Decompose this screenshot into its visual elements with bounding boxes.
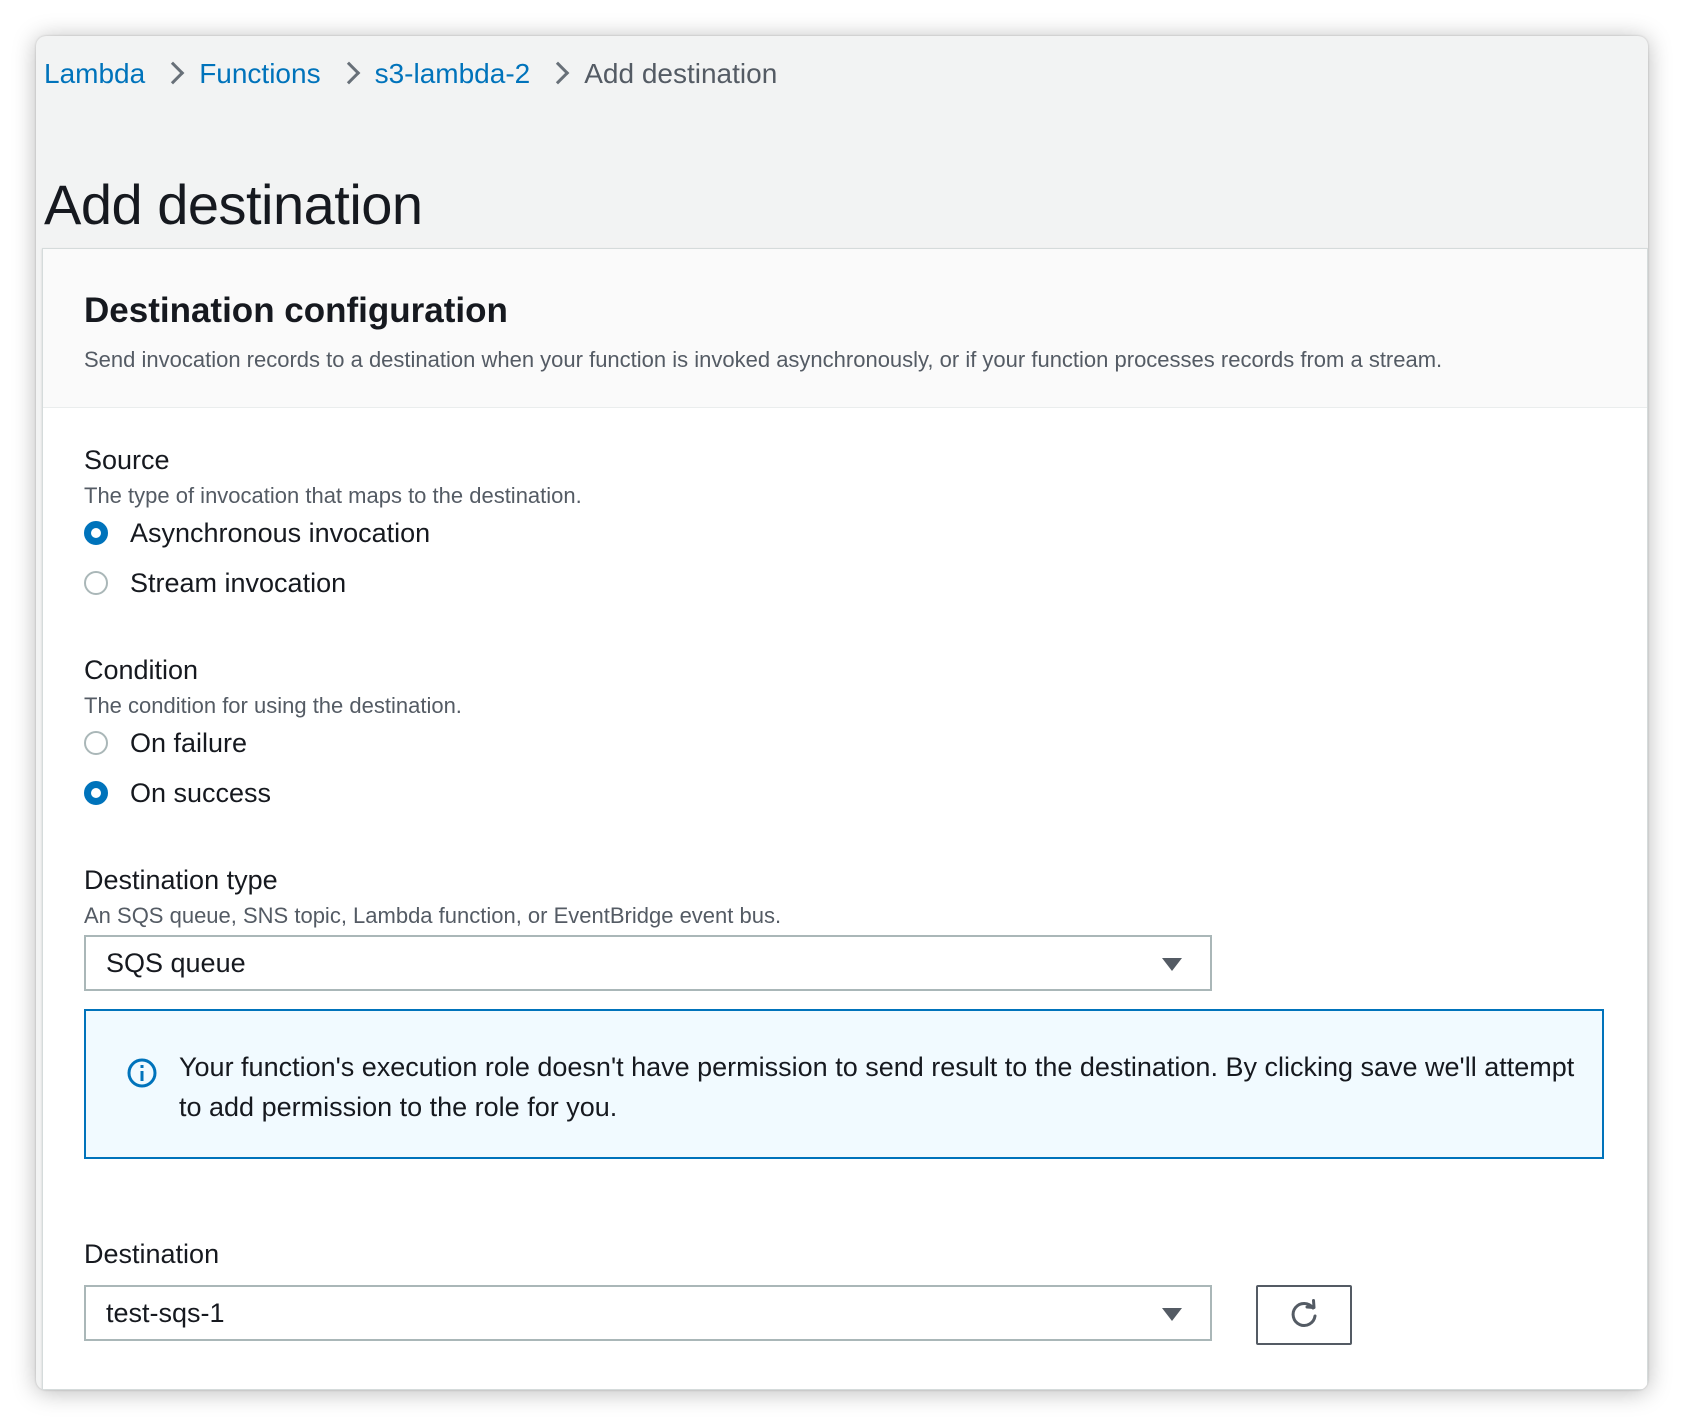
source-option-asynchronous[interactable]: Asynchronous invocation xyxy=(84,515,430,551)
source-description: The type of invocation that maps to the … xyxy=(84,483,582,508)
chevron-right-icon xyxy=(145,54,199,94)
permission-info-alert: Your function's execution role doesn't h… xyxy=(84,1009,1604,1159)
radio-label: Stream invocation xyxy=(130,567,347,598)
source-label: Source xyxy=(84,445,170,475)
destination-type-label: Destination type xyxy=(84,865,278,895)
radio-button-checked[interactable] xyxy=(84,781,108,805)
destination-value: test-sqs-1 xyxy=(106,1297,225,1328)
refresh-button[interactable] xyxy=(1256,1285,1352,1345)
condition-label: Condition xyxy=(84,655,199,685)
info-icon xyxy=(127,1058,157,1088)
radio-label: On success xyxy=(130,777,272,808)
page-title: Add destination xyxy=(44,173,423,236)
destination-configuration-panel: Destination configuration Send invocatio… xyxy=(42,248,1648,1390)
condition-description: The condition for using the destination. xyxy=(84,693,462,718)
destination-type-description: An SQS queue, SNS topic, Lambda function… xyxy=(84,903,782,928)
radio-button[interactable] xyxy=(84,731,108,755)
radio-label: Asynchronous invocation xyxy=(130,517,431,548)
breadcrumb-lambda[interactable]: Lambda xyxy=(44,58,145,90)
panel-header: Destination configuration Send invocatio… xyxy=(43,249,1647,408)
panel-title: Destination configuration xyxy=(84,291,508,330)
destination-select[interactable]: test-sqs-1 xyxy=(84,1285,1212,1341)
breadcrumb: Lambda Functions s3-lambda-2 Add destina… xyxy=(44,54,777,94)
condition-option-on-success[interactable]: On success xyxy=(84,775,271,811)
chevron-right-icon xyxy=(530,54,584,94)
radio-button[interactable] xyxy=(84,571,108,595)
breadcrumb-current: Add destination xyxy=(584,58,778,89)
caret-down-icon xyxy=(1162,1308,1182,1321)
caret-down-icon xyxy=(1162,958,1182,971)
radio-label: On failure xyxy=(130,727,248,758)
destination-type-select[interactable]: SQS queue xyxy=(84,935,1212,991)
destination-type-value: SQS queue xyxy=(106,947,246,978)
panel-description: Send invocation records to a destination… xyxy=(84,347,1443,372)
source-option-stream[interactable]: Stream invocation xyxy=(84,565,346,601)
app-window: Lambda Functions s3-lambda-2 Add destina… xyxy=(36,36,1648,1390)
alert-message: Your function's execution role doesn't h… xyxy=(179,1052,1575,1122)
breadcrumb-function-name[interactable]: s3-lambda-2 xyxy=(375,58,531,90)
condition-option-on-failure[interactable]: On failure xyxy=(84,725,247,761)
breadcrumb-functions[interactable]: Functions xyxy=(199,58,320,90)
destination-label: Destination xyxy=(84,1239,220,1269)
refresh-icon xyxy=(1291,1299,1317,1327)
radio-button-checked[interactable] xyxy=(84,521,108,545)
chevron-right-icon xyxy=(321,54,375,94)
